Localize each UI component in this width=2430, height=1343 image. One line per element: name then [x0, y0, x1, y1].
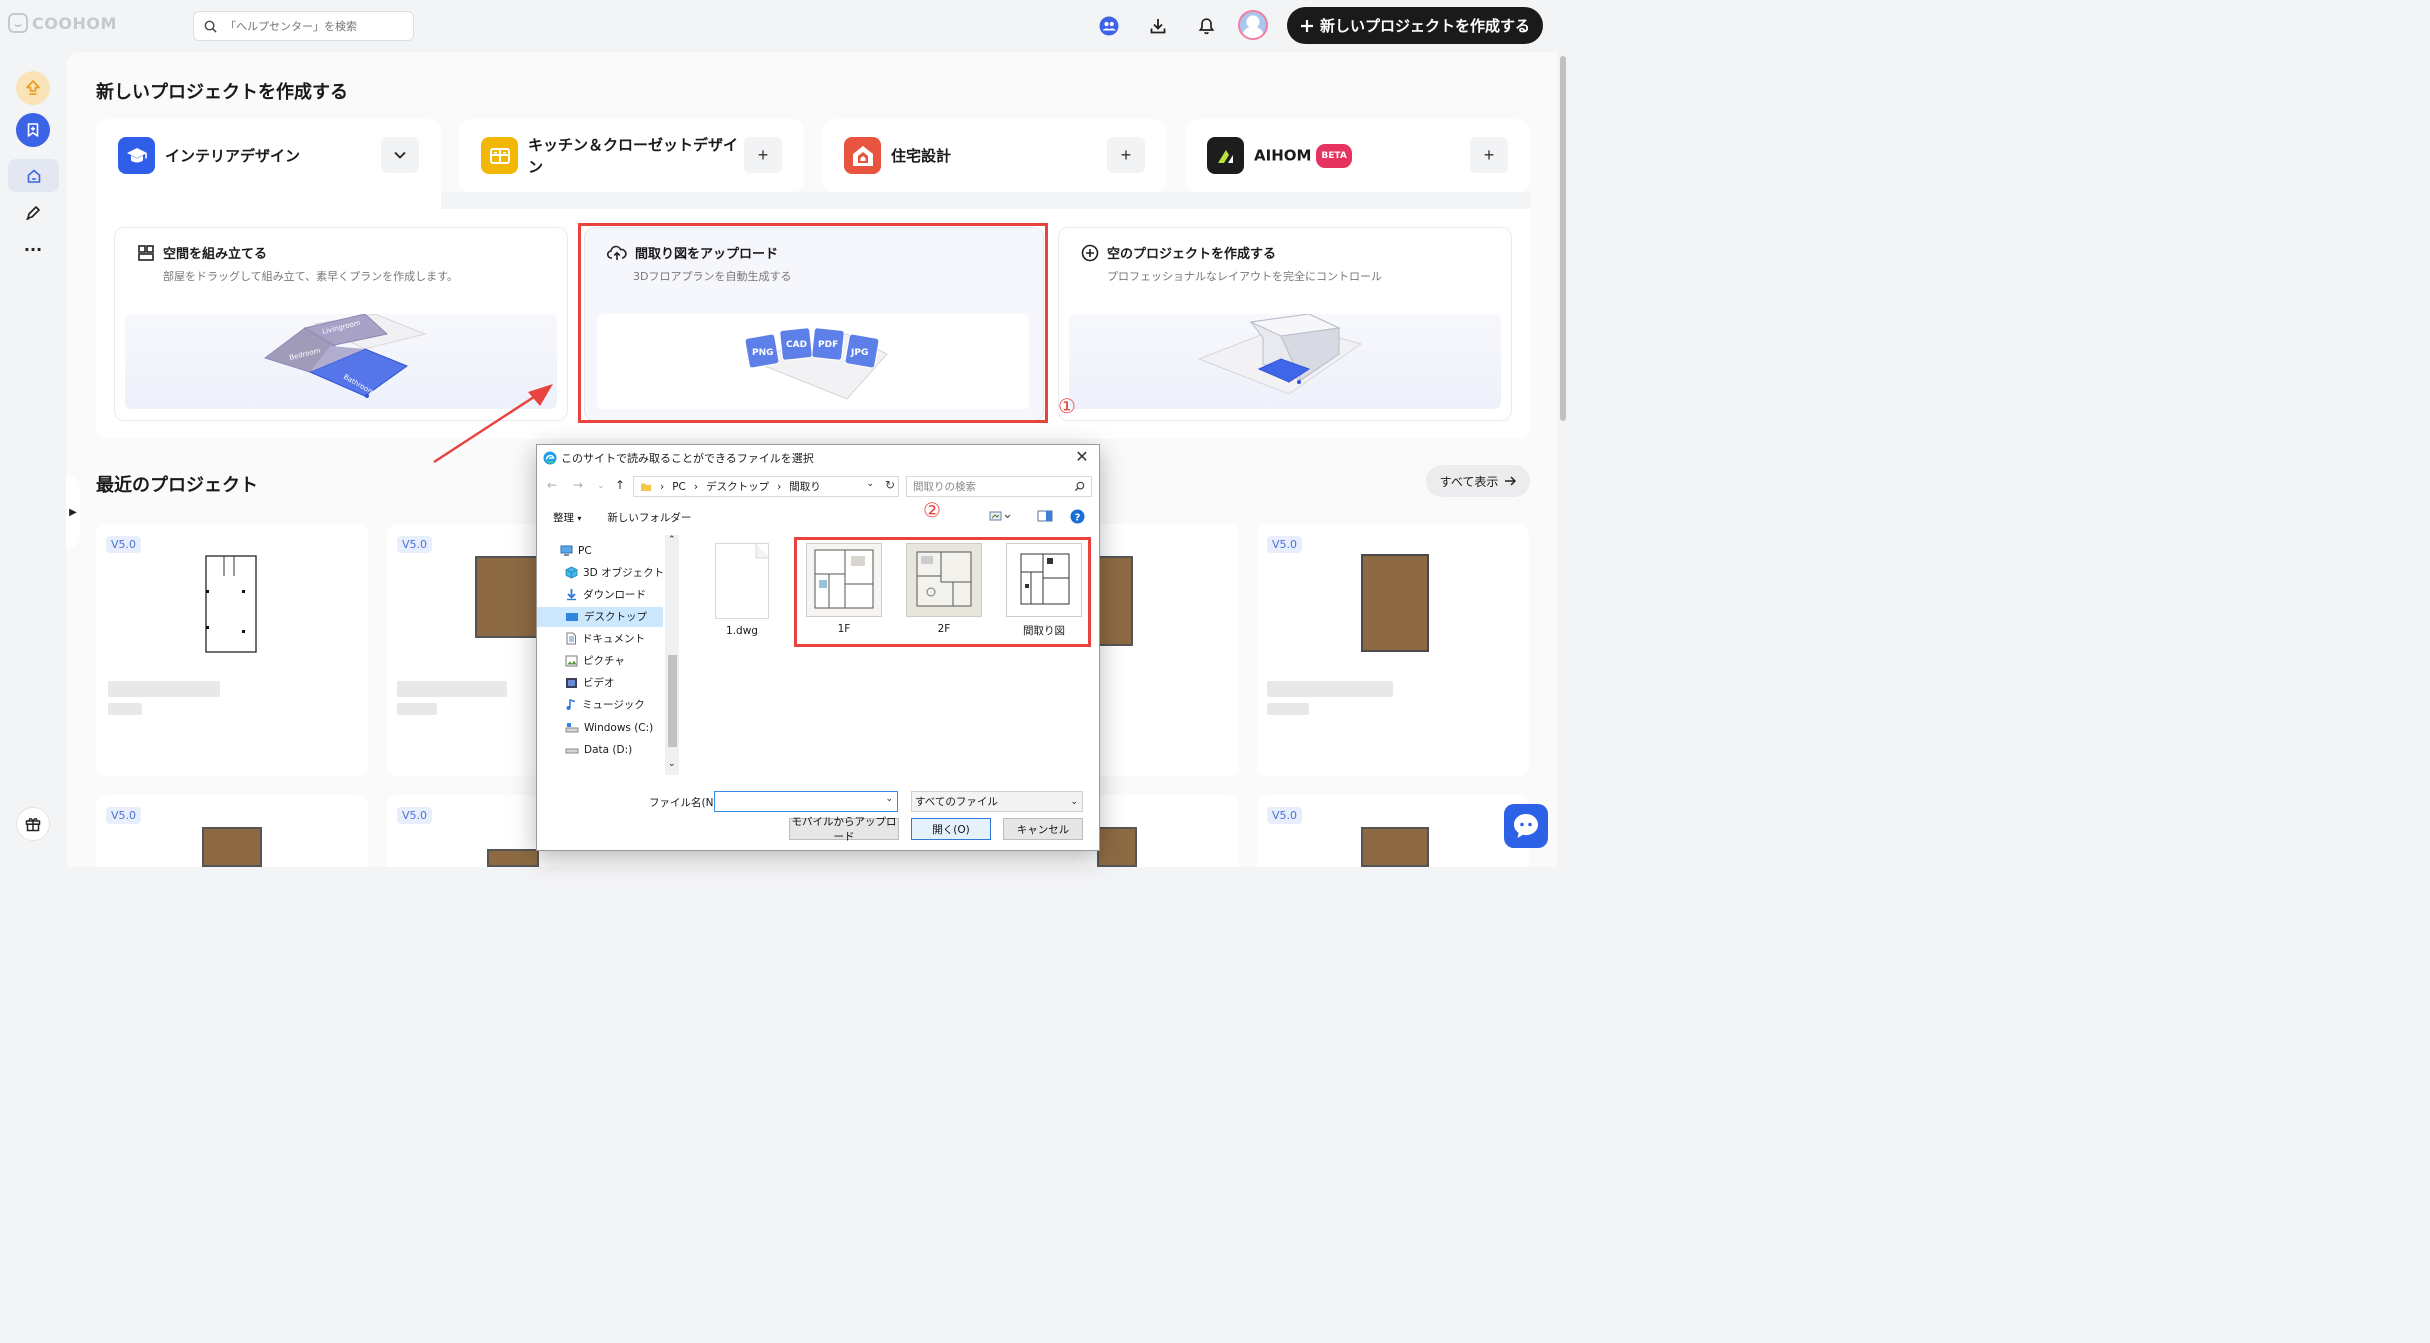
- filetype-select[interactable]: すべてのファイル ⌄: [911, 791, 1083, 812]
- file-item-dwg[interactable]: 1.dwg: [697, 543, 787, 637]
- breadcrumb-desktop[interactable]: デスクトップ: [706, 479, 769, 494]
- help-icon[interactable]: ?: [1070, 509, 1085, 527]
- tree-item-3d-objects[interactable]: 3D オブジェクト: [565, 563, 664, 582]
- up-folder-arrow-icon[interactable]: ↑: [615, 478, 625, 492]
- tree-item-label: 3D オブジェクト: [583, 567, 665, 579]
- forward-arrow-icon[interactable]: →: [573, 478, 583, 492]
- dialog-title-bar: このサイトで読み取ることができるファイルを選択: [543, 450, 814, 466]
- tree-item-pictures[interactable]: ピクチャ: [565, 651, 625, 670]
- breadcrumb-pc[interactable]: PC: [672, 481, 686, 493]
- dialog-close-icon[interactable]: ✕: [1073, 448, 1091, 466]
- tree-item-pc[interactable]: PC: [559, 541, 592, 560]
- 3d-cube-icon: [565, 566, 578, 579]
- back-arrow-icon[interactable]: ←: [547, 478, 557, 492]
- tree-item-label: ビデオ: [583, 677, 615, 689]
- tree-item-label: ミュージック: [582, 699, 645, 711]
- tree-item-desktop[interactable]: デスクトップ: [565, 607, 647, 626]
- desktop-icon: [566, 612, 578, 621]
- svg-text:?: ?: [1075, 513, 1081, 524]
- dialog-toolbar: 整理 ▾ 新しいフォルダー ?: [537, 505, 1099, 529]
- tree-item-videos[interactable]: ビデオ: [565, 673, 615, 692]
- address-dropdown-chevron-icon[interactable]: ⌄: [866, 479, 874, 489]
- filetype-chevron-icon: ⌄: [1070, 796, 1078, 807]
- refresh-icon[interactable]: ↻: [885, 478, 895, 492]
- music-note-icon: [566, 698, 576, 710]
- organize-label: 整理: [553, 511, 574, 524]
- breadcrumb-madori[interactable]: 間取り: [789, 479, 821, 494]
- cancel-button[interactable]: キャンセル: [1003, 818, 1083, 840]
- document-icon: [566, 632, 576, 645]
- tree-item-label: Data (D:): [584, 743, 633, 756]
- drive-windows-icon: [565, 722, 579, 732]
- preview-pane-icon[interactable]: [1037, 510, 1053, 525]
- folder-search-placeholder: 間取りの検索: [913, 481, 976, 493]
- breadcrumb-separator: ›: [660, 480, 665, 493]
- tree-scroll-up-icon[interactable]: ⌃: [668, 535, 676, 545]
- filename-dropdown-chevron-icon[interactable]: ⌄: [885, 794, 893, 804]
- recent-locations-chevron-icon[interactable]: ⌄: [597, 481, 605, 491]
- blank-file-icon: [715, 543, 770, 619]
- folder-icon: [641, 483, 651, 491]
- tree-item-label: ピクチャ: [583, 655, 625, 667]
- annotation-marker-2: ②: [923, 498, 941, 522]
- tree-item-data-d[interactable]: Data (D:): [565, 740, 632, 759]
- open-button[interactable]: 開く(O): [911, 818, 991, 840]
- tree-item-documents[interactable]: ドキュメント: [565, 629, 645, 648]
- search-icon: [1074, 481, 1085, 492]
- drive-icon: [565, 748, 579, 753]
- browser-edge-icon: [543, 451, 557, 465]
- new-folder-button[interactable]: 新しいフォルダー: [607, 510, 691, 525]
- pc-monitor-icon: [560, 545, 573, 556]
- tree-item-label: デスクトップ: [584, 611, 647, 623]
- download-arrow-icon: [567, 589, 576, 601]
- breadcrumb-separator: ›: [777, 480, 782, 493]
- file-name: 1.dwg: [726, 625, 758, 637]
- filename-input[interactable]: ⌄: [714, 791, 898, 812]
- filetype-value: すべてのファイル: [915, 796, 998, 808]
- annotation-box-files: [794, 537, 1091, 647]
- organize-menu[interactable]: 整理 ▾: [553, 510, 581, 525]
- filename-label: ファイル名(N):: [649, 797, 722, 809]
- dialog-title: このサイトで読み取ることができるファイルを選択: [561, 452, 814, 465]
- file-open-dialog[interactable]: このサイトで読み取ることができるファイルを選択 ✕ ← → ⌄ ↑ › PC ›…: [536, 444, 1100, 851]
- video-icon: [566, 677, 577, 688]
- tree-scrollbar-thumb[interactable]: [668, 655, 677, 747]
- view-mode-icon[interactable]: [989, 509, 1011, 526]
- upload-from-mobile-button[interactable]: モバイルからアップロード: [789, 816, 899, 843]
- tree-item-label: ドキュメント: [582, 633, 645, 645]
- address-bar[interactable]: › PC › デスクトップ › 間取り ⌄ ↻: [633, 476, 899, 497]
- tree-item-music[interactable]: ミュージック: [565, 695, 645, 714]
- tree-item-downloads[interactable]: ダウンロード: [565, 585, 646, 604]
- tree-scroll-down-icon[interactable]: ⌄: [668, 759, 676, 769]
- organize-chevron-icon: ▾: [577, 513, 582, 523]
- tree-item-label: Windows (C:): [584, 721, 654, 734]
- folder-search-box[interactable]: 間取りの検索: [906, 476, 1092, 497]
- picture-icon: [565, 655, 578, 666]
- breadcrumb-separator: ›: [693, 480, 699, 493]
- tree-item-label: ダウンロード: [583, 589, 646, 601]
- tree-item-label: PC: [578, 544, 592, 557]
- tree-item-windows-c[interactable]: Windows (C:): [565, 718, 653, 737]
